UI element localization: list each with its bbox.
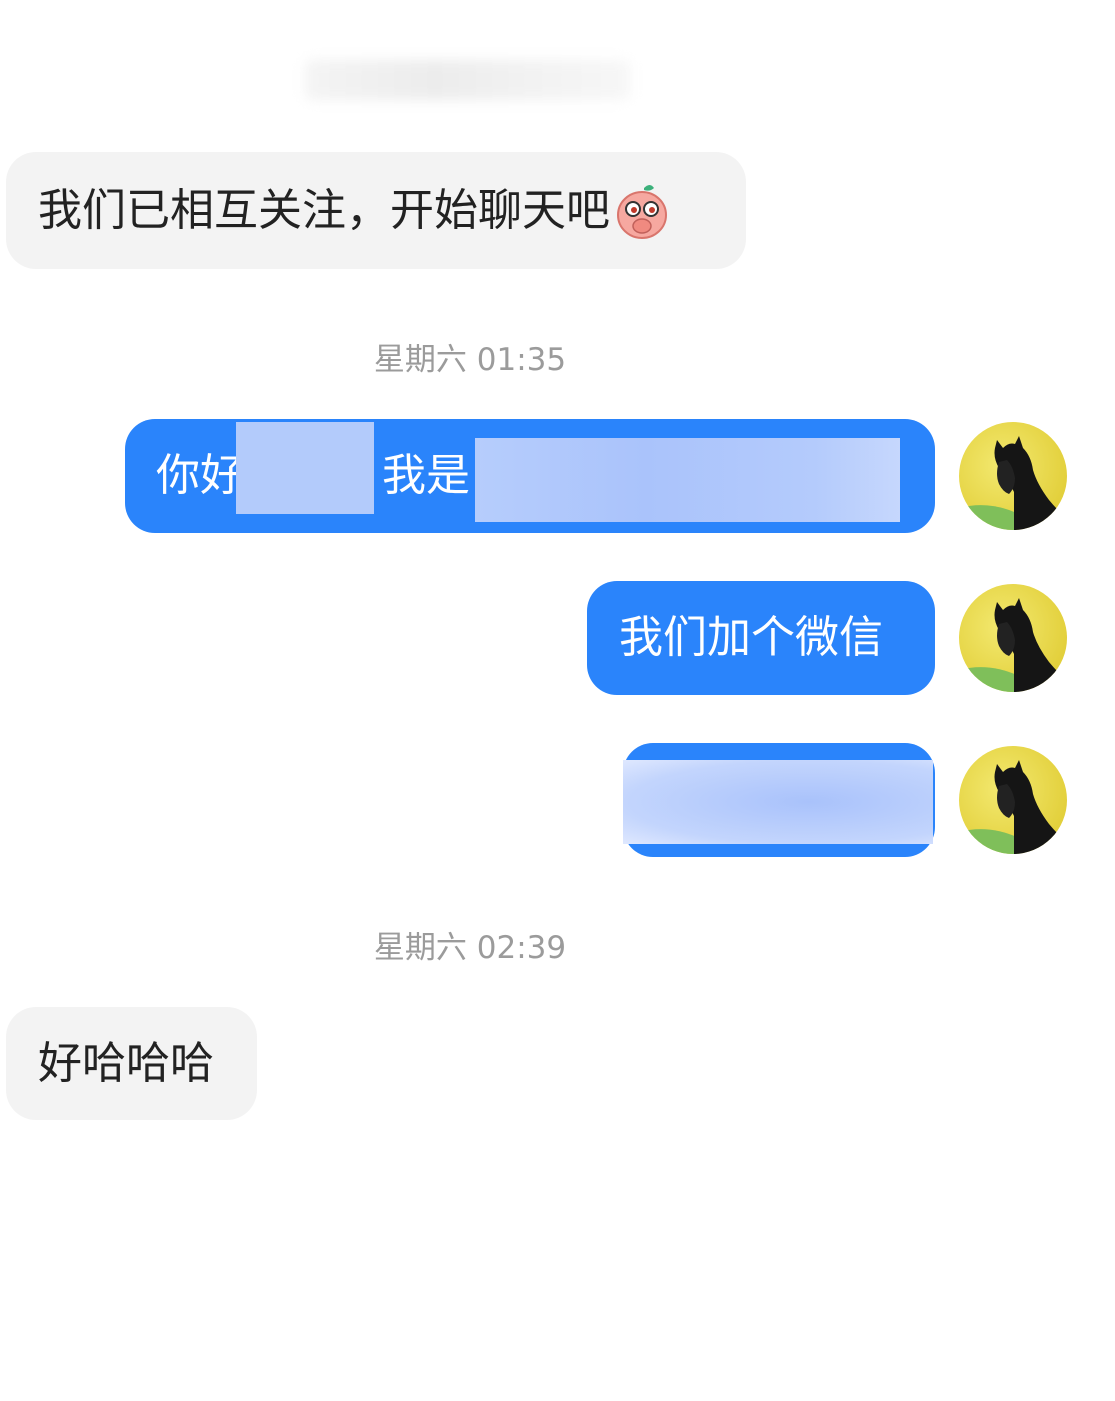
- chat-title-redacted: [305, 60, 630, 100]
- timestamp: 星期六 02:39: [373, 930, 567, 966]
- black-horse-avatar-icon: [959, 760, 1067, 854]
- avatar[interactable]: [959, 746, 1067, 854]
- avatar[interactable]: [959, 422, 1067, 530]
- message-text: 我们已相互关注，开始聊天吧: [38, 184, 610, 236]
- redacted-self-intro: [475, 438, 900, 522]
- message-bubble-incoming[interactable]: 我们已相互关注，开始聊天吧: [6, 152, 746, 269]
- message-text: 好哈哈哈: [38, 1037, 214, 1089]
- message-text: 我们加个微信: [619, 612, 883, 663]
- peach-face-emoji-icon: [614, 182, 670, 240]
- message-bubble-incoming[interactable]: 好哈哈哈: [6, 1007, 257, 1120]
- redacted-name: [236, 422, 374, 514]
- message-bubble-outgoing[interactable]: 我们加个微信: [587, 581, 935, 695]
- black-horse-avatar-icon: [959, 436, 1067, 530]
- redacted-message: [623, 760, 933, 844]
- black-horse-avatar-icon: [959, 598, 1067, 692]
- message-text: 你好: [156, 450, 244, 501]
- avatar[interactable]: [959, 584, 1067, 692]
- timestamp: 星期六 01:35: [373, 342, 567, 378]
- message-text: 我是: [382, 450, 470, 501]
